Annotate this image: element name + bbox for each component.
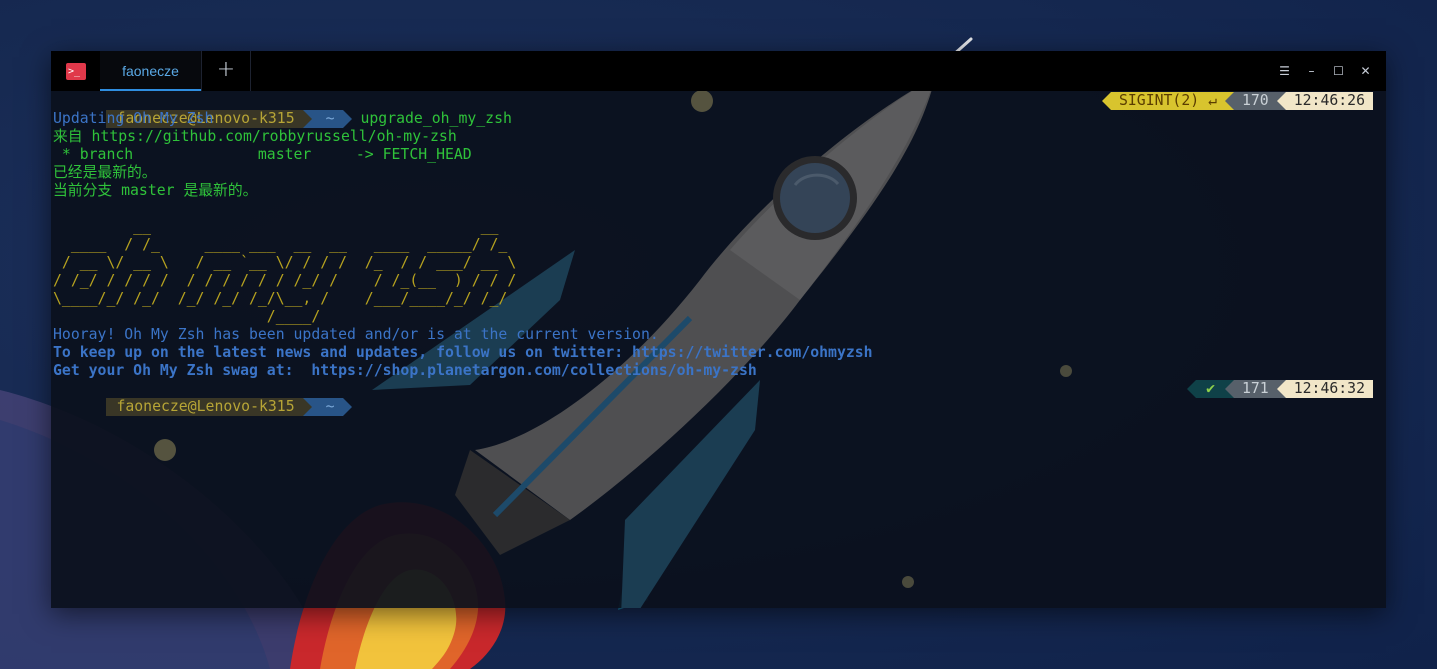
ascii-banner-line: / __ \/ __ \ / __ `__ \/ / / / /_ / / __… xyxy=(53,254,526,271)
history-number: 170 xyxy=(1233,92,1277,110)
output-line: Hooray! Oh My Zsh has been updated and/o… xyxy=(53,326,659,343)
prompt-separator xyxy=(1224,380,1234,398)
prompt-separator xyxy=(1187,380,1197,398)
prompt-separator xyxy=(1101,92,1111,110)
right-prompt: ✔ 171 12:46:32 xyxy=(1187,380,1373,398)
output-line: Updating Oh My Zsh xyxy=(53,110,214,127)
add-tab-button[interactable]: + xyxy=(201,51,251,91)
prompt-separator xyxy=(342,398,352,416)
prompt-separator xyxy=(1276,92,1286,110)
terminal-output[interactable]: faonecze@Lenovo-k315 ~ upgrade_oh_my_zsh … xyxy=(53,92,1383,602)
maximize-button[interactable]: ☐ xyxy=(1325,51,1352,91)
success-check-icon: ✔ xyxy=(1196,380,1225,398)
terminal-window: >_ faonecze + ☰ – ☐ ✕ faonecze@Lenovo-k3… xyxy=(51,51,1386,608)
prompt-separator xyxy=(1224,92,1234,110)
terminal-app-icon: >_ xyxy=(66,63,86,80)
ascii-banner-line: \____/_/ /_/ /_/ /_/ /_/\__, / /___/____… xyxy=(53,290,526,307)
title-bar: >_ faonecze + ☰ – ☐ ✕ xyxy=(51,51,1386,91)
twitter-link-line[interactable]: To keep up on the latest news and update… xyxy=(53,344,1383,362)
minimize-button[interactable]: – xyxy=(1298,51,1325,91)
exit-status-badge: SIGINT(2) ↵ xyxy=(1110,92,1225,110)
prompt-separator xyxy=(302,398,312,416)
prompt-time: 12:46:26 xyxy=(1285,92,1373,110)
ascii-banner-line: __ __ xyxy=(53,218,526,235)
ascii-banner-line: / /_/ / / / / / / / / / / /_/ / / /_(__ … xyxy=(53,272,526,289)
close-button[interactable]: ✕ xyxy=(1352,51,1379,91)
output-line: 已经是最新的。 xyxy=(53,164,157,181)
menu-icon[interactable]: ☰ xyxy=(1271,51,1298,91)
swag-link-line[interactable]: Get your Oh My Zsh swag at: https://shop… xyxy=(53,362,1383,380)
prompt-line: faonecze@Lenovo-k315 ~ ✔ 171 12:46:32 xyxy=(53,380,1383,416)
ascii-banner-line: ____ / /_ ____ ___ __ __ ____ _____/ /_ xyxy=(53,236,526,253)
output-line: * branch master -> FETCH_HEAD xyxy=(53,146,472,163)
prompt-time: 12:46:32 xyxy=(1285,380,1373,398)
output-line: 当前分支 master 是最新的。 xyxy=(53,182,258,199)
ascii-banner-line: /____/ xyxy=(53,308,526,325)
titlebar-drag-area[interactable] xyxy=(251,51,1271,91)
prompt-separator xyxy=(1276,380,1286,398)
output-line: 来自 https://github.com/robbyrussell/oh-my… xyxy=(53,128,457,145)
right-prompt: SIGINT(2) ↵ 170 12:46:26 xyxy=(1101,92,1373,110)
prompt-directory: ~ xyxy=(311,398,343,416)
prompt-line: faonecze@Lenovo-k315 ~ upgrade_oh_my_zsh … xyxy=(53,92,1383,128)
prompt-user-host: faonecze@Lenovo-k315 xyxy=(106,398,303,416)
tab-faonecze[interactable]: faonecze xyxy=(100,51,201,91)
history-number: 171 xyxy=(1233,380,1277,398)
